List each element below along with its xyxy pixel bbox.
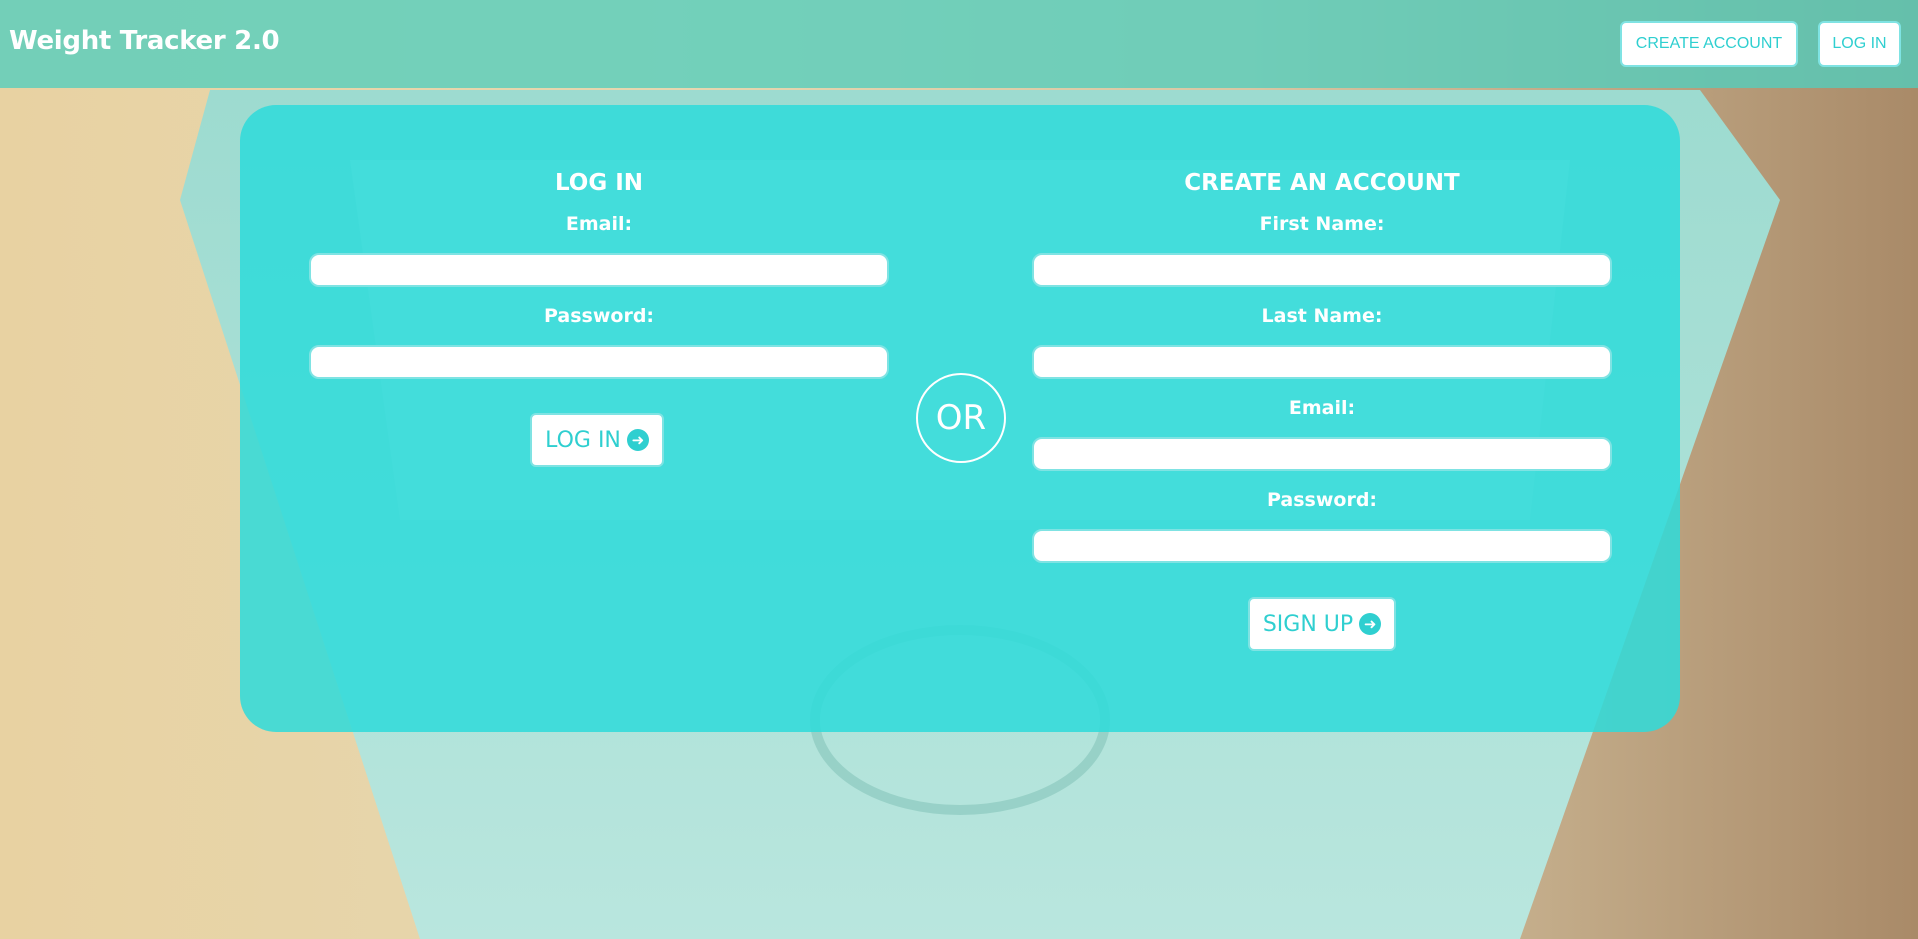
signup-password-input[interactable] (1032, 529, 1612, 563)
nav-create-account-button[interactable]: CREATE ACCOUNT (1620, 21, 1798, 67)
arrow-circle-right-icon: ➜ (1359, 613, 1382, 635)
signup-first-name-label: First Name: (1259, 213, 1385, 235)
login-password-input[interactable] (309, 345, 889, 379)
arrow-circle-right-icon: ➜ (626, 429, 649, 451)
brand-title: Weight Tracker 2.0 (9, 26, 280, 56)
signup-last-name-input[interactable] (1032, 345, 1612, 379)
login-password-label: Password: (543, 305, 655, 327)
top-navigation-bar: Weight Tracker 2.0 CREATE ACCOUNT LOG IN (0, 0, 1918, 88)
login-email-label: Email: (565, 213, 633, 235)
login-submit-label: LOG IN (545, 427, 621, 453)
nav-login-button[interactable]: LOG IN (1818, 21, 1901, 67)
login-title: LOG IN (554, 170, 644, 196)
signup-title: CREATE AN ACCOUNT (1184, 170, 1460, 196)
auth-panel: LOG IN Email: Password: LOG IN ➜ OR CREA… (240, 105, 1680, 732)
signup-first-name-input[interactable] (1032, 253, 1612, 287)
or-divider: OR (916, 373, 1006, 463)
signup-submit-label: SIGN UP (1262, 611, 1354, 637)
signup-last-name-label: Last Name: (1261, 305, 1383, 327)
login-submit-button[interactable]: LOG IN ➜ (530, 413, 664, 467)
signup-email-label: Email: (1288, 397, 1356, 419)
signup-password-label: Password: (1266, 489, 1378, 511)
login-email-input[interactable] (309, 253, 889, 287)
signup-submit-button[interactable]: SIGN UP ➜ (1248, 597, 1396, 651)
signup-email-input[interactable] (1032, 437, 1612, 471)
